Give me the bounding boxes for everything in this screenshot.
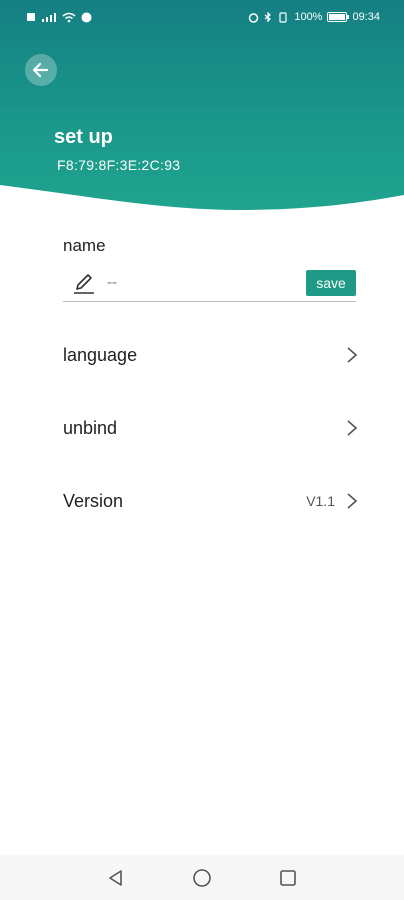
menu-item-label: unbind: [63, 417, 118, 438]
device-name-input[interactable]: [107, 274, 306, 291]
nav-recents-button[interactable]: [274, 864, 302, 892]
nav-back-button[interactable]: [102, 864, 130, 892]
chevron-right-icon: [347, 347, 358, 363]
menu-item-right: V1.1: [306, 492, 359, 510]
back-button[interactable]: [25, 54, 57, 86]
menu-item-right: [345, 346, 359, 364]
pencil-icon: [71, 270, 97, 296]
vpn-icon: [81, 12, 92, 22]
battery-percentage: 100%: [294, 11, 323, 23]
menu-item-unbind[interactable]: unbind: [63, 408, 359, 448]
name-label: name: [63, 236, 106, 255]
vibrate-icon: [279, 11, 287, 23]
status-left: [26, 12, 92, 23]
sim-icon: [27, 13, 35, 21]
status-bar: 100% 09:34: [0, 0, 404, 34]
alarm-icon: [249, 12, 259, 23]
wifi-icon: [62, 12, 76, 22]
menu-item-language[interactable]: language: [63, 335, 359, 375]
menu-item-label: Version: [63, 490, 124, 511]
system-navigation-bar: [0, 855, 404, 900]
chevron-right-icon: [347, 420, 358, 436]
status-right: 100% 09:34: [248, 11, 380, 23]
menu-item-right: [345, 419, 359, 437]
save-button[interactable]: save: [306, 269, 356, 296]
recents-icon: [280, 869, 296, 886]
status-time: 09:34: [352, 11, 380, 23]
menu-item-version[interactable]: Version V1.1: [63, 481, 359, 521]
arrow-left-icon: [32, 62, 49, 78]
home-icon: [193, 868, 211, 887]
version-value: V1.1: [306, 493, 335, 509]
chevron-right-icon: [347, 493, 358, 509]
back-icon: [109, 869, 122, 886]
bluetooth-icon: [264, 11, 272, 22]
battery-icon: [327, 12, 350, 22]
page-title: set up: [54, 126, 113, 148]
device-mac-address: F8:79:8F:3E:2C:93: [57, 157, 181, 173]
menu-item-label: language: [63, 344, 138, 365]
nav-home-button[interactable]: [188, 864, 216, 892]
signal-icon: [42, 12, 56, 22]
name-row: save: [63, 268, 356, 302]
name-section: name save: [63, 236, 356, 302]
